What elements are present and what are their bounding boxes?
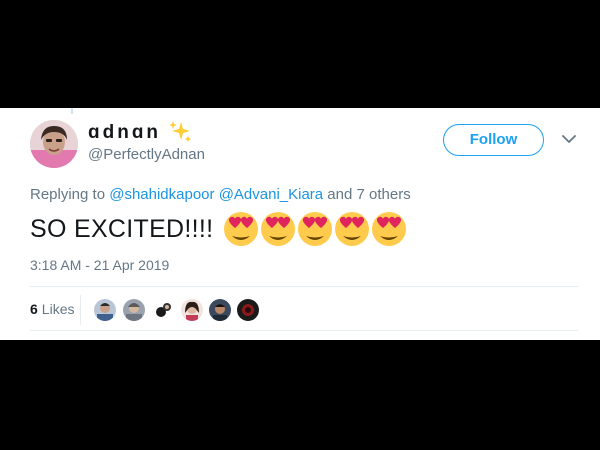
replying-prefix: Replying to [30, 186, 110, 203]
divider [30, 286, 578, 287]
sparkles-icon [169, 121, 191, 142]
user-avatar-icon [152, 299, 174, 321]
user-handle[interactable]: @PerfectlyAdnan [88, 146, 205, 163]
user-avatar-icon [209, 299, 231, 321]
likes-label: Likes [41, 301, 75, 317]
follow-button[interactable]: Follow [443, 124, 544, 156]
heart-eyes-emoji-icon [335, 212, 370, 246]
tweet-body: SO EXCITED!!!! [30, 214, 214, 243]
timestamp[interactable]: 3:18 AM - 21 Apr 2019 [30, 257, 169, 273]
user-avatar-icon [94, 299, 116, 321]
liker-avatar[interactable] [209, 299, 231, 321]
liker-avatar[interactable] [123, 299, 145, 321]
mention-link[interactable]: @Advani_Kiara [219, 186, 323, 203]
thread-connector [71, 108, 73, 114]
liker-avatar[interactable] [94, 299, 116, 321]
tweet-text: SO EXCITED!!!! [30, 212, 408, 246]
heart-eyes-emoji-icon [372, 212, 407, 246]
divider [30, 330, 578, 331]
likes-count[interactable]: 6 Likes [30, 301, 74, 317]
replying-to: Replying to @shahidkapoor @Advani_Kiara … [30, 186, 411, 203]
replying-suffix[interactable]: and 7 others [323, 186, 410, 203]
user-avatar-icon [123, 299, 145, 321]
display-name[interactable]: ɑdnɑn [88, 122, 161, 144]
user-avatar-icon [181, 299, 203, 321]
avatar-photo-icon [30, 120, 78, 168]
heart-eyes-emoji-icon [261, 212, 296, 246]
liker-avatar[interactable] [181, 299, 203, 321]
mention-link[interactable]: @shahidkapoor [109, 186, 214, 203]
likes-separator [80, 295, 81, 325]
avatar[interactable] [30, 120, 78, 168]
user-avatar-icon [237, 299, 259, 321]
emoji-group [223, 211, 408, 247]
heart-eyes-emoji-icon [224, 212, 259, 246]
tweet-card: ɑdnɑn @PerfectlyAdnan Follow Replying to… [0, 108, 600, 340]
liker-avatar[interactable] [237, 299, 259, 321]
liker-avatar[interactable] [152, 299, 174, 321]
chevron-down-icon[interactable] [562, 134, 576, 144]
likes-number: 6 [30, 301, 38, 317]
heart-eyes-emoji-icon [298, 212, 333, 246]
